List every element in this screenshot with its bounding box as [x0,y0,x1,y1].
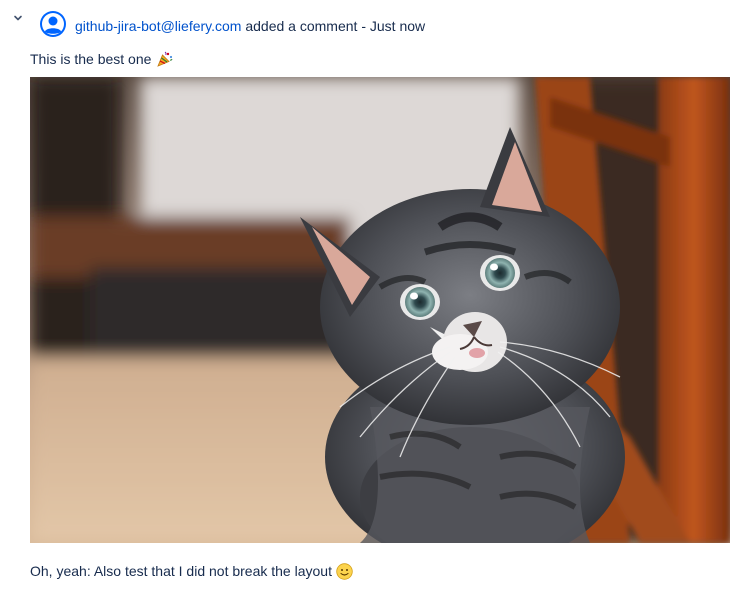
comment-body: This is the best one [30,50,174,68]
author-link[interactable]: github-jira-bot@liefery.com [75,18,241,34]
user-avatar-icon [40,11,66,37]
comment-footer: Oh, yeah: Also test that I did not break… [30,562,353,580]
collapse-chevron-icon[interactable] [10,10,26,26]
footer-text: Oh, yeah: Also test that I did not break… [30,563,332,579]
comment-action: added a comment [245,18,358,34]
comment-text: This is the best one [30,51,152,67]
avatar[interactable] [40,11,66,37]
kitten-image [30,77,730,543]
smiley-face-icon [336,562,353,580]
comment-timestamp[interactable]: Just now [370,18,425,34]
separator: - [361,18,366,34]
kitten-photo[interactable] [30,77,730,543]
party-popper-icon [157,51,173,67]
comment-header: github-jira-bot@liefery.com added a comm… [75,17,425,35]
